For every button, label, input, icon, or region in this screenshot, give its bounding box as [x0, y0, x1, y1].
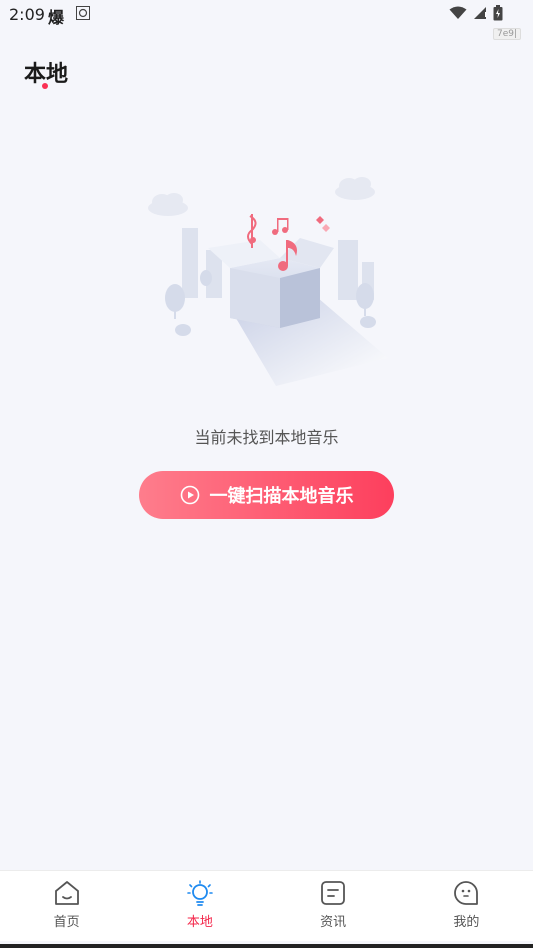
scan-button-label: 一键扫描本地音乐 — [209, 486, 354, 507]
home-icon — [54, 881, 79, 905]
empty-state-message: 当前未找到本地音乐 — [194, 428, 339, 447]
nav-label-local: 本地 — [186, 915, 213, 930]
profile-icon — [454, 881, 479, 905]
nav-label-news: 资讯 — [320, 915, 347, 930]
cellular-signal-icon — [474, 7, 487, 19]
empty-music-box-illustration — [148, 177, 388, 386]
nav-label-home: 首页 — [53, 915, 80, 930]
bottom-nav: 首页 本地 资讯 我的 — [0, 870, 533, 941]
news-icon — [321, 881, 346, 905]
status-time: 2:09 — [9, 5, 45, 24]
nav-item-home[interactable]: 首页 — [0, 871, 133, 941]
scan-local-music-button[interactable]: 一键扫描本地音乐 — [139, 471, 394, 519]
title-indicator-dot — [42, 83, 48, 89]
nav-label-profile: 我的 — [453, 915, 480, 930]
bulb-icon — [187, 880, 213, 906]
status-icons — [449, 5, 503, 21]
battery-icon — [493, 5, 503, 21]
nav-item-profile[interactable]: 我的 — [400, 871, 533, 941]
home-indicator-bar — [0, 944, 533, 948]
debug-tag: 7e9| — [492, 28, 521, 40]
sync-icon — [76, 6, 90, 20]
play-circle-icon — [180, 485, 199, 505]
nav-item-news[interactable]: 资讯 — [267, 871, 400, 941]
wifi-icon — [449, 6, 467, 19]
status-app-glyph: 爆 — [48, 8, 65, 27]
status-bar: 2:09 爆 — [0, 0, 533, 30]
nav-item-local[interactable]: 本地 — [133, 871, 266, 941]
